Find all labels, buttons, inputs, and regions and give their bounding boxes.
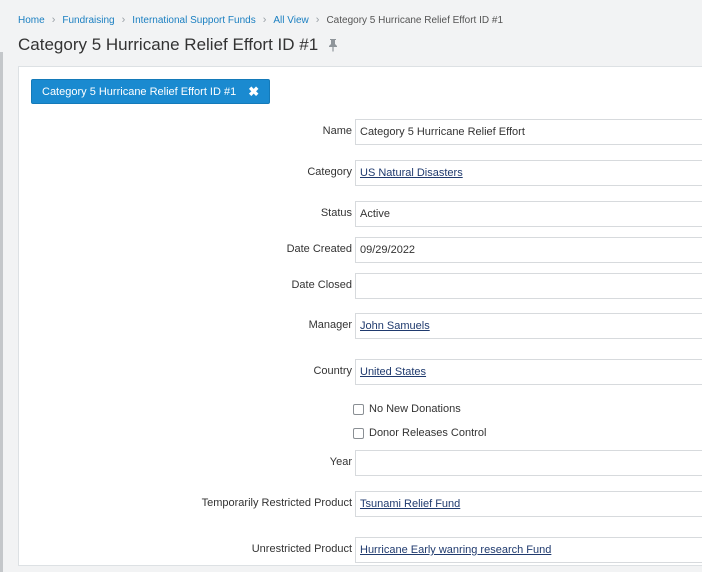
left-scroll-strip [0,52,3,572]
manager-label: Manager [308,319,352,331]
country-field[interactable]: United States [355,359,702,385]
breadcrumb-fundraising[interactable]: Fundraising [62,15,114,26]
date-closed-label: Date Closed [291,279,352,291]
date-created-label: Date Created [286,243,352,255]
breadcrumb-current: Category 5 Hurricane Relief Effort ID #1 [326,14,504,26]
page-title: Category 5 Hurricane Relief Effort ID #1 [18,35,319,54]
record-card: Category 5 Hurricane Relief Effort ID #1… [18,66,702,566]
name-value: Category 5 Hurricane Relief Effort [360,126,525,138]
donor-releases-control-checkbox[interactable]: Donor Releases Control [353,427,486,439]
breadcrumb-all-view[interactable]: All View [273,15,308,26]
checkbox-box[interactable] [353,427,364,439]
chevron-right-icon: › [51,14,56,26]
status-label: Status [320,207,352,219]
no-new-donations-checkbox[interactable]: No New Donations [353,403,461,415]
breadcrumb-home[interactable]: Home [18,15,45,26]
chevron-right-icon: › [262,14,267,26]
donor-releases-control-label: Donor Releases Control [369,427,487,439]
date-created-field[interactable]: 09/29/2022 [355,237,702,263]
status-value: Active [360,208,390,220]
category-field[interactable]: US Natural Disasters [355,160,702,186]
pin-icon[interactable] [327,38,339,52]
checkbox-box[interactable] [353,403,364,415]
unrestricted-product-link[interactable]: Hurricane Early wanring research Fund [360,544,551,556]
name-label: Name [322,125,352,137]
temp-restricted-product-link[interactable]: Tsunami Relief Fund [360,498,460,510]
no-new-donations-label: No New Donations [369,403,461,415]
year-field[interactable] [355,450,702,476]
date-created-value: 09/29/2022 [360,244,416,256]
manager-link[interactable]: John Samuels [360,320,430,332]
category-link[interactable]: US Natural Disasters [360,167,463,179]
year-label: Year [329,456,352,468]
title-row: Category 5 Hurricane Relief Effort ID #1 [18,35,339,55]
category-label: Category [307,166,352,178]
unrestricted-product-field[interactable]: Hurricane Early wanring research Fund [355,537,702,563]
status-field[interactable]: Active [355,201,702,227]
temp-restricted-product-field[interactable]: Tsunami Relief Fund [355,491,702,517]
chevron-right-icon: › [315,14,320,26]
country-link[interactable]: United States [360,366,426,378]
unrestricted-product-label: Unrestricted Product [251,543,352,555]
temp-restricted-product-label: Temporarily Restricted Product [201,497,352,509]
breadcrumb-international-support-funds[interactable]: International Support Funds [132,15,255,26]
close-icon[interactable]: ✖ [248,85,259,98]
name-field[interactable]: Category 5 Hurricane Relief Effort [355,119,702,145]
chevron-right-icon: › [121,14,126,26]
breadcrumb: Home › Fundraising › International Suppo… [18,14,503,26]
record-tab-label: Category 5 Hurricane Relief Effort ID #1 [42,85,237,98]
record-tab[interactable]: Category 5 Hurricane Relief Effort ID #1… [31,79,271,104]
manager-field[interactable]: John Samuels [355,313,702,339]
date-closed-field[interactable] [355,273,702,299]
country-label: Country [313,365,352,377]
